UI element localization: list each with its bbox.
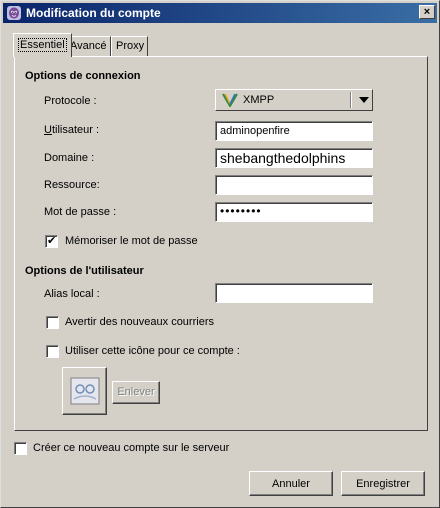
account-modification-dialog: Modification du compte × Essentiel Avanc…: [0, 0, 440, 508]
close-button[interactable]: ×: [419, 5, 435, 19]
tab-essentiel-label: Essentiel: [18, 38, 67, 52]
protocol-label: Protocole :: [44, 95, 97, 107]
remove-icon-button[interactable]: Enlever: [112, 381, 160, 404]
resource-label: Ressource:: [44, 179, 100, 191]
create-account-checkbox[interactable]: [14, 442, 27, 455]
tab-proxy-label: Proxy: [116, 40, 145, 52]
save-button[interactable]: Enregistrer: [341, 471, 425, 496]
new-mail-checkbox[interactable]: [46, 316, 59, 329]
password-label: Mot de passe :: [44, 206, 117, 218]
resource-input[interactable]: [215, 175, 373, 195]
connection-section-title: Options de connexion: [25, 70, 141, 82]
pidgin-app-icon: [7, 6, 21, 20]
close-icon: ×: [423, 6, 431, 18]
use-icon-checkbox[interactable]: [46, 345, 59, 358]
domain-label: Domaine :: [44, 152, 95, 164]
tab-avance-label: Avancé: [70, 40, 107, 52]
combo-separator: [350, 92, 352, 108]
user-options-section-title: Options de l'utilisateur: [25, 265, 144, 277]
window-title: Modification du compte: [26, 6, 161, 20]
protocol-value: XMPP: [243, 94, 275, 106]
tab-avance[interactable]: Avancé: [65, 36, 111, 56]
xmpp-icon: [222, 93, 238, 107]
protocol-select[interactable]: XMPP: [215, 89, 373, 111]
remember-password-checkbox[interactable]: ✔: [45, 235, 58, 248]
cancel-button[interactable]: Annuler: [249, 471, 333, 496]
tab-essentiel[interactable]: Essentiel: [13, 33, 72, 57]
username-label: Utilisateur :: [44, 124, 100, 136]
local-alias-label: Alias local :: [44, 288, 100, 300]
use-icon-label: Utiliser cette icône pour ce compte :: [65, 345, 240, 357]
tab-proxy[interactable]: Proxy: [111, 36, 148, 56]
checkmark-icon: ✔: [47, 235, 57, 247]
new-mail-label: Avertir des nouveaux courriers: [65, 316, 214, 328]
buddy-icon-placeholder: [70, 377, 100, 405]
remember-password-label: Mémoriser le mot de passe: [65, 235, 198, 247]
title-bar[interactable]: Modification du compte ×: [3, 3, 437, 23]
essentiel-panel: Options de connexion Protocole : XMPP Ut…: [14, 56, 428, 431]
username-label-text: tilisateur :: [51, 124, 100, 136]
local-alias-input[interactable]: [215, 283, 373, 303]
domain-input[interactable]: shebangthedolphins: [215, 148, 373, 168]
chevron-down-icon[interactable]: [359, 97, 369, 103]
account-icon-button[interactable]: [62, 367, 107, 415]
username-input[interactable]: adminopenfire: [215, 121, 373, 141]
password-input[interactable]: ••••••••: [215, 202, 373, 222]
create-account-label: Créer ce nouveau compte sur le serveur: [33, 442, 230, 454]
